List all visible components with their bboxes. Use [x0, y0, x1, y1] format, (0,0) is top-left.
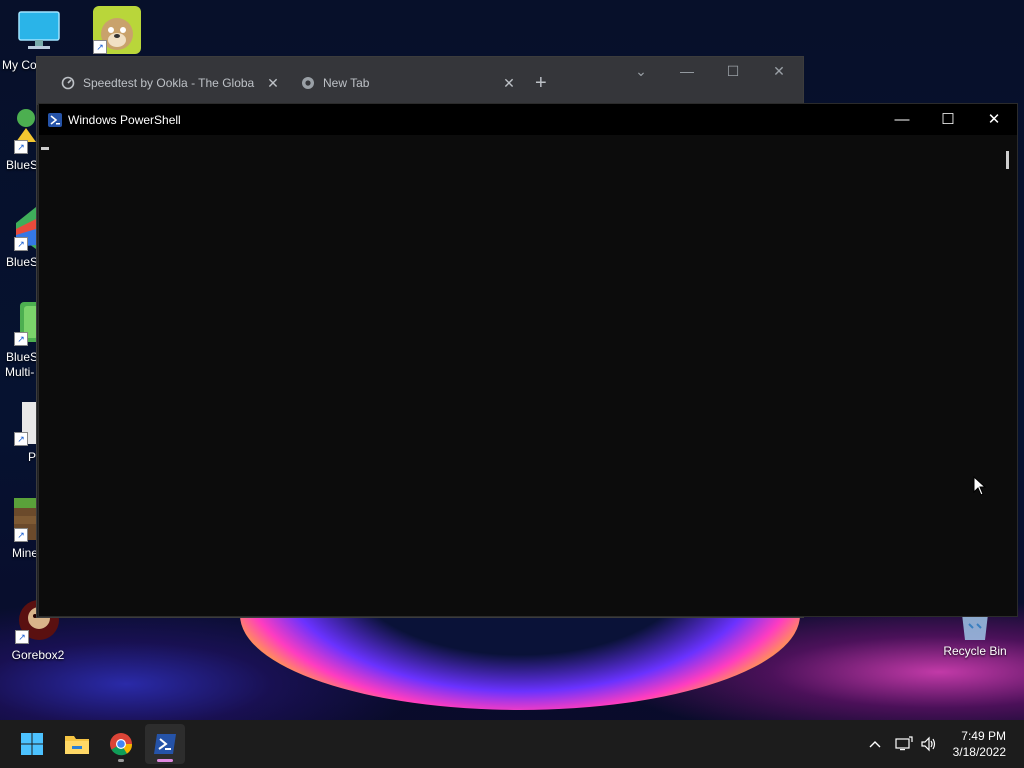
- desktop-icon-bluestacks-x[interactable]: ↗ BlueSt: [0, 205, 42, 270]
- clock-date: 3/18/2022: [952, 745, 1006, 759]
- close-button[interactable]: ✕: [971, 104, 1017, 135]
- taskbar-clock[interactable]: 7:49 PM 3/18/2022: [953, 728, 1006, 760]
- desktop-icon-p[interactable]: ↗ P: [0, 400, 44, 465]
- shortcut-arrow-icon: ↗: [93, 40, 107, 54]
- maximize-button[interactable]: ☐: [925, 104, 971, 135]
- powershell-titlebar[interactable]: Windows PowerShell — ☐ ✕: [39, 104, 1017, 135]
- desktop-icon-label-line2: Multi-: [5, 365, 35, 379]
- chrome-taskbar-button[interactable]: [101, 724, 141, 764]
- tab-search-icon[interactable]: ⌄: [621, 63, 661, 80]
- active-indicator: [157, 759, 173, 762]
- desktop-icon-label: BlueSt: [6, 158, 42, 172]
- network-icon[interactable]: [892, 720, 916, 768]
- file-explorer-button[interactable]: [57, 724, 97, 764]
- shortcut-arrow-icon: ↗: [14, 332, 28, 346]
- desktop-icon-label: Recycle Bin: [943, 644, 1007, 658]
- shortcut-arrow-icon: ↗: [14, 237, 28, 251]
- monitor-icon: [16, 8, 62, 54]
- chrome-tab-title: Speedtest by Ookla - The Global: [83, 76, 255, 90]
- close-icon[interactable]: ✕: [499, 75, 519, 92]
- running-indicator: [118, 759, 124, 762]
- taskbar: 7:49 PM 3/18/2022: [0, 720, 1024, 768]
- chrome-tab-strip: Speedtest by Ookla - The Global ✕ New Ta…: [37, 57, 803, 105]
- talking-ben-icon: ↗: [93, 6, 141, 54]
- folder-icon: [65, 736, 89, 754]
- chrome-maximize-button[interactable]: ☐: [713, 63, 753, 80]
- chrome-icon: [301, 76, 315, 90]
- desktop-icon-label: Gorebox2: [11, 648, 65, 662]
- windows-icon: [21, 733, 43, 755]
- desktop-icon-bluestacks[interactable]: ↗ BlueSt: [0, 108, 42, 173]
- new-tab-button[interactable]: +: [535, 69, 547, 97]
- minimize-button[interactable]: —: [879, 104, 925, 135]
- terminal-cursor: [41, 147, 49, 150]
- clock-time: 7:49 PM: [961, 729, 1006, 743]
- shortcut-arrow-icon: ↗: [14, 528, 28, 542]
- desktop-icon-bluestacks-multi[interactable]: ↗ BlueSt Multi-: [0, 300, 42, 380]
- powershell-taskbar-button[interactable]: [145, 724, 185, 764]
- scrollbar-thumb[interactable]: [1006, 151, 1009, 169]
- desktop-icon-label: BlueSt: [6, 255, 42, 269]
- shortcut-arrow-icon: ↗: [14, 432, 28, 446]
- start-button[interactable]: [12, 724, 52, 764]
- mouse-pointer-icon: [973, 475, 987, 501]
- shortcut-arrow-icon: ↗: [15, 630, 29, 644]
- show-hidden-icons-chevron-icon[interactable]: [864, 720, 886, 768]
- powershell-icon: [154, 734, 176, 754]
- chrome-tab-speedtest[interactable]: Speedtest by Ookla - The Global ✕: [47, 69, 283, 97]
- close-icon[interactable]: ✕: [263, 75, 283, 92]
- desktop-icon-talking-ben[interactable]: ↗: [82, 6, 152, 54]
- chrome-icon: [110, 733, 133, 756]
- desktop-icon-label: BlueSt: [6, 350, 42, 364]
- chrome-tab-title: New Tab: [323, 76, 370, 90]
- speedtest-icon: [61, 76, 75, 90]
- powershell-window[interactable]: Windows PowerShell — ☐ ✕: [38, 103, 1018, 617]
- chrome-tab-new-tab[interactable]: New Tab ✕: [287, 69, 519, 97]
- powershell-icon: [48, 112, 62, 127]
- shortcut-arrow-icon: ↗: [14, 140, 28, 154]
- volume-icon[interactable]: [918, 720, 940, 768]
- desktop-icon-minecraft[interactable]: ↗ Mine: [0, 496, 40, 561]
- chrome-minimize-button[interactable]: —: [667, 63, 707, 79]
- chrome-close-button[interactable]: ✕: [759, 63, 799, 80]
- powershell-title: Windows PowerShell: [68, 112, 181, 127]
